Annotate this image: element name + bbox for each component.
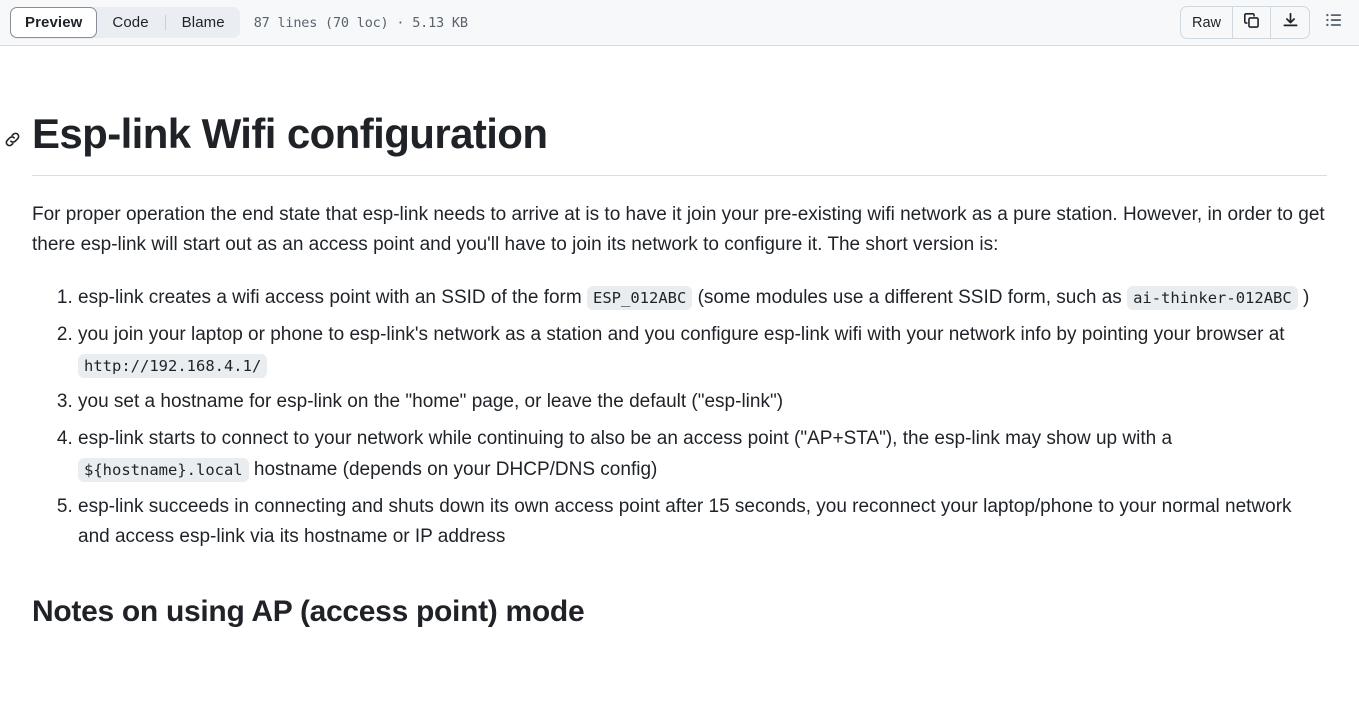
tab-code[interactable]: Code: [97, 7, 163, 38]
markdown-body: Esp-link Wifi configuration For proper o…: [0, 108, 1359, 631]
list-item: esp-link creates a wifi access point wit…: [78, 283, 1327, 314]
toolbar-actions: Raw: [1179, 6, 1348, 39]
inline-code-hostname: ${hostname}.local: [78, 457, 249, 482]
list-item: you join your laptop or phone to esp-lin…: [78, 320, 1327, 382]
download-icon: [1282, 12, 1299, 34]
section-heading-ap-mode: Notes on using AP (access point) mode: [32, 595, 585, 629]
segment-divider: [164, 15, 166, 30]
link-icon[interactable]: [2, 129, 22, 149]
table-of-contents-button[interactable]: [1320, 9, 1348, 37]
list-item: you set a hostname for esp-link on the "…: [78, 387, 1327, 418]
copy-button[interactable]: [1233, 7, 1271, 38]
step-text-4a: esp-link starts to connect to your netwo…: [78, 428, 1173, 450]
list-item: esp-link succeeds in connecting and shut…: [78, 492, 1327, 554]
table-of-contents-icon: [1325, 11, 1343, 34]
steps-list: esp-link creates a wifi access point wit…: [32, 283, 1327, 553]
file-toolbar: Preview Code Blame 87 lines (70 loc) · 5…: [0, 0, 1359, 46]
step-text-1c: ): [1297, 287, 1310, 309]
list-item: esp-link starts to connect to your netwo…: [78, 424, 1327, 486]
tab-code-label: Code: [112, 14, 149, 31]
inline-code-url: http://192.168.4.1/: [78, 353, 268, 378]
step-text-5a: esp-link succeeds in connecting and shut…: [78, 495, 1292, 548]
page-title-text: Esp-link Wifi configuration: [32, 110, 548, 157]
markdown-content: Esp-link Wifi configuration For proper o…: [5, 108, 1343, 631]
tab-blame-label: Blame: [181, 14, 225, 31]
inline-code-ssid-alt: ai-thinker-012ABC: [1127, 286, 1298, 311]
step-text-1b: (some modules use a different SSID form,…: [692, 287, 1128, 309]
view-mode-segmented-control: Preview Code Blame: [10, 7, 240, 38]
raw-button-label: Raw: [1191, 14, 1221, 31]
raw-button[interactable]: Raw: [1181, 7, 1233, 38]
step-text-1a: esp-link creates a wifi access point wit…: [78, 287, 587, 309]
file-meta-text: 87 lines (70 loc) · 5.13 KB: [253, 14, 468, 31]
step-text-3a: you set a hostname for esp-link on the "…: [78, 391, 784, 413]
tab-blame[interactable]: Blame: [167, 7, 240, 38]
step-text-4b: hostname (depends on your DHCP/DNS confi…: [248, 458, 658, 480]
file-action-button-group: Raw: [1179, 6, 1310, 39]
inline-code-ssid: ESP_012ABC: [587, 286, 693, 311]
tab-preview[interactable]: Preview: [10, 7, 98, 38]
page-title: Esp-link Wifi configuration: [5, 108, 1327, 176]
download-button[interactable]: [1271, 7, 1309, 38]
step-text-2a: you join your laptop or phone to esp-lin…: [78, 323, 1285, 345]
tab-preview-label: Preview: [25, 14, 83, 31]
copy-icon: [1243, 12, 1260, 34]
intro-paragraph: For proper operation the end state that …: [32, 203, 1325, 256]
